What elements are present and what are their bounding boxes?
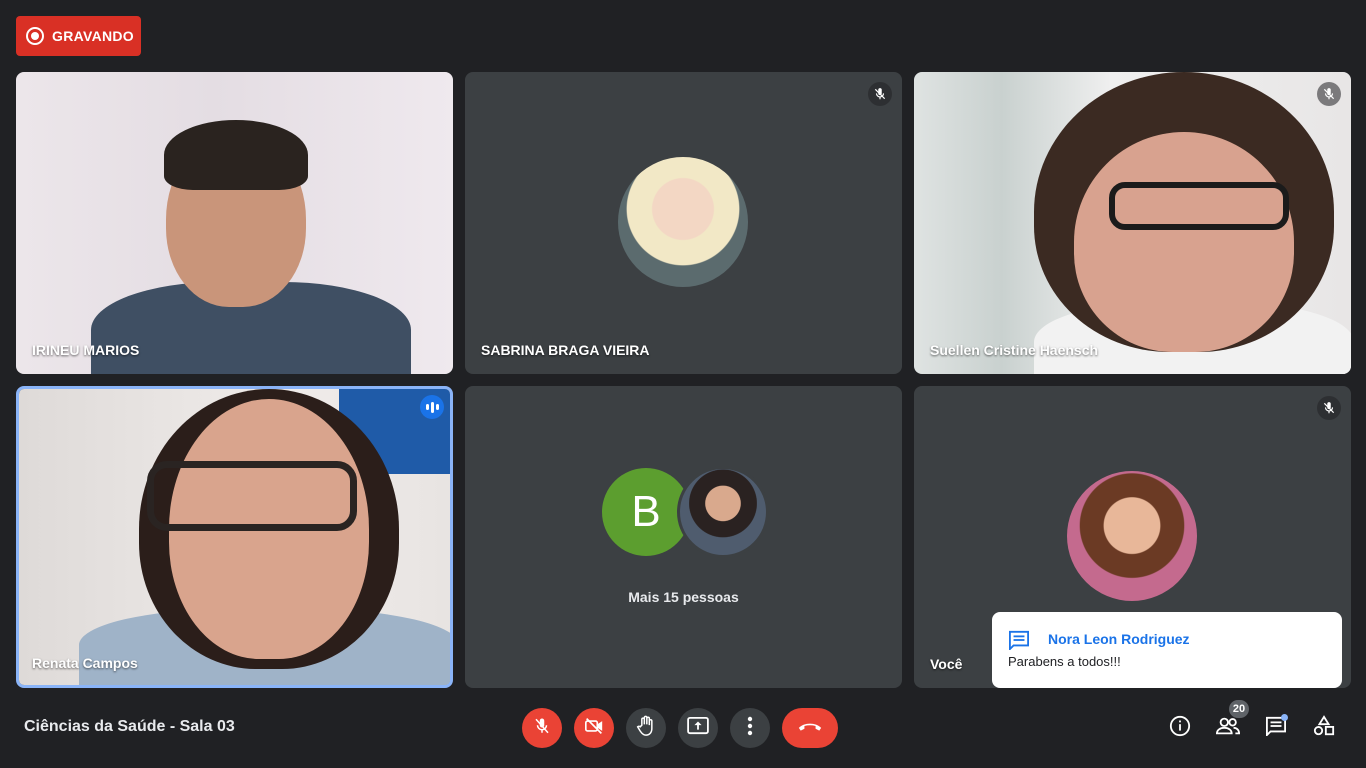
chat-sender: Nora Leon Rodriguez bbox=[1048, 631, 1190, 647]
participant-name: SABRINA BRAGA VIEIRA bbox=[481, 342, 650, 358]
mic-muted-icon bbox=[1317, 396, 1341, 420]
more-participants-label: Mais 15 pessoas bbox=[628, 589, 739, 605]
chat-notification[interactable]: Nora Leon Rodriguez Parabens a todos!!! bbox=[992, 612, 1342, 688]
info-icon bbox=[1169, 715, 1191, 742]
participant-tile[interactable]: Suellen Cristine Haensch bbox=[914, 72, 1351, 374]
raise-hand-button[interactable] bbox=[626, 708, 666, 748]
meeting-details-button[interactable] bbox=[1164, 712, 1196, 744]
participant-video bbox=[914, 72, 1351, 374]
recording-badge[interactable]: GRAVANDO bbox=[16, 16, 141, 56]
leave-call-button[interactable] bbox=[782, 708, 838, 748]
present-icon bbox=[687, 716, 709, 740]
participant-avatar bbox=[677, 466, 769, 558]
recording-label: GRAVANDO bbox=[52, 28, 134, 44]
record-icon bbox=[26, 27, 44, 45]
raise-hand-icon bbox=[636, 715, 656, 742]
chat-message: Parabens a todos!!! bbox=[1008, 654, 1121, 669]
activities-button[interactable] bbox=[1308, 712, 1340, 744]
people-count-badge: 20 bbox=[1229, 700, 1249, 718]
present-screen-button[interactable] bbox=[678, 708, 718, 748]
mic-muted-icon bbox=[1317, 82, 1341, 106]
participant-name: Suellen Cristine Haensch bbox=[930, 342, 1099, 358]
participant-tile[interactable]: SABRINA BRAGA VIEIRA bbox=[465, 72, 902, 374]
speaking-indicator-icon bbox=[420, 395, 444, 419]
participant-video bbox=[16, 72, 453, 374]
chat-icon bbox=[1008, 630, 1030, 655]
participant-name: Renata Campos bbox=[32, 655, 138, 671]
participant-avatar bbox=[618, 157, 748, 287]
participant-group-tile[interactable]: B Mais 15 pessoas bbox=[465, 386, 902, 688]
unread-indicator-dot bbox=[1281, 714, 1288, 721]
participant-tile[interactable]: IRINEU MARIOS bbox=[16, 72, 453, 374]
toggle-camera-button[interactable] bbox=[574, 708, 614, 748]
self-avatar bbox=[1067, 471, 1197, 601]
meeting-title: Ciências da Saúde - Sala 03 bbox=[24, 718, 235, 735]
self-name: Você bbox=[930, 656, 963, 672]
participant-name: IRINEU MARIOS bbox=[32, 342, 140, 358]
mic-muted-icon bbox=[868, 82, 892, 106]
more-options-icon bbox=[747, 716, 753, 741]
people-icon bbox=[1215, 716, 1241, 741]
mic-off-icon bbox=[533, 717, 551, 740]
more-options-button[interactable] bbox=[730, 708, 770, 748]
activities-icon bbox=[1313, 714, 1335, 742]
toggle-mic-button[interactable] bbox=[522, 708, 562, 748]
participant-tile[interactable]: Renata Campos bbox=[16, 386, 453, 688]
camera-off-icon bbox=[584, 717, 604, 740]
participant-video bbox=[19, 389, 450, 685]
leave-call-icon bbox=[797, 719, 823, 737]
